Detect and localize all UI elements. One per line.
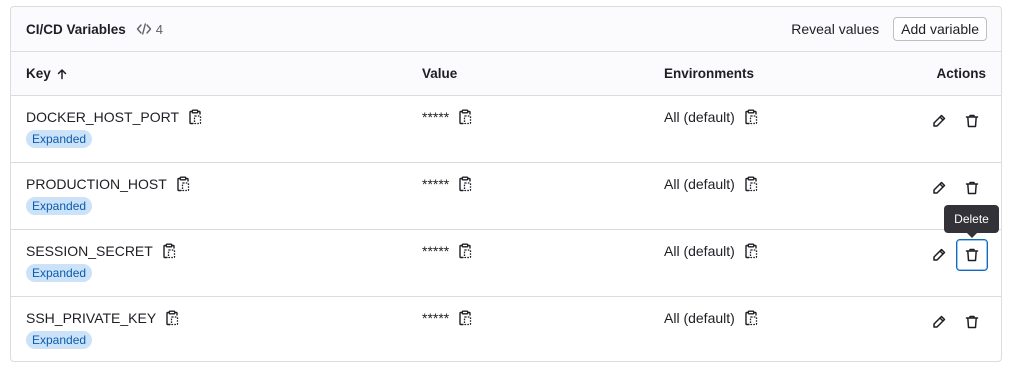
- column-header-environments: Environments: [664, 66, 755, 81]
- environment-cell: All (default): [664, 310, 759, 326]
- reveal-values-button[interactable]: Reveal values: [791, 21, 879, 37]
- code-icon: [136, 23, 151, 35]
- copy-value-icon[interactable]: [457, 243, 473, 259]
- row-actions: [923, 172, 988, 204]
- copy-key-icon[interactable]: [175, 176, 191, 192]
- edit-button[interactable]: [923, 172, 955, 204]
- delete-button[interactable]: [956, 172, 988, 204]
- variable-value: *****: [422, 109, 450, 125]
- value-cell: *****: [422, 109, 473, 125]
- table-row: DOCKER_HOST_PORT Expanded ***** All (def…: [11, 96, 1001, 163]
- trash-icon: [964, 314, 980, 330]
- copy-environment-icon[interactable]: [743, 243, 759, 259]
- arrow-up-icon: [57, 68, 67, 79]
- delete-button[interactable]: [956, 306, 988, 338]
- table-body: DOCKER_HOST_PORT Expanded ***** All (def…: [11, 96, 1001, 364]
- copy-key-icon[interactable]: [161, 243, 177, 259]
- environment-cell: All (default): [664, 243, 759, 259]
- variable-key: PRODUCTION_HOST: [26, 176, 167, 192]
- copy-environment-icon[interactable]: [743, 109, 759, 125]
- trash-icon: [964, 113, 980, 129]
- variable-key: SESSION_SECRET: [26, 243, 153, 259]
- value-cell: *****: [422, 243, 473, 259]
- column-header-actions: Actions: [936, 66, 986, 81]
- edit-button[interactable]: [923, 105, 955, 137]
- pencil-icon: [931, 180, 947, 196]
- environment-cell: All (default): [664, 109, 759, 125]
- variable-key: DOCKER_HOST_PORT: [26, 109, 179, 125]
- edit-button[interactable]: [923, 306, 955, 338]
- variable-value: *****: [422, 310, 450, 326]
- expanded-badge: Expanded: [26, 331, 93, 349]
- row-actions: [923, 306, 988, 338]
- copy-environment-icon[interactable]: [743, 310, 759, 326]
- copy-value-icon[interactable]: [457, 176, 473, 192]
- variable-environment: All (default): [664, 109, 735, 125]
- add-variable-button[interactable]: Add variable: [893, 17, 987, 41]
- card-title: CI/CD Variables: [26, 21, 126, 37]
- table-row: SESSION_SECRET Expanded ***** All (defau…: [11, 230, 1001, 297]
- edit-button[interactable]: [923, 239, 955, 271]
- expanded-badge: Expanded: [26, 130, 93, 148]
- delete-button[interactable]: [956, 105, 988, 137]
- environment-cell: All (default): [664, 176, 759, 192]
- row-actions: [923, 239, 988, 271]
- key-cell: PRODUCTION_HOST: [26, 176, 191, 192]
- copy-environment-icon[interactable]: [743, 176, 759, 192]
- copy-value-icon[interactable]: [457, 310, 473, 326]
- row-actions: [923, 105, 988, 137]
- variable-environment: All (default): [664, 310, 735, 326]
- copy-key-icon[interactable]: [164, 310, 180, 326]
- table-row: SSH_PRIVATE_KEY Expanded ***** All (defa…: [11, 297, 1001, 364]
- trash-icon: [964, 247, 980, 263]
- column-header-value: Value: [422, 66, 458, 81]
- key-cell: DOCKER_HOST_PORT: [26, 109, 203, 125]
- ci-cd-variables-card: CI/CD Variables 4 Reveal values Add vari…: [10, 6, 1002, 362]
- copy-key-icon[interactable]: [187, 109, 203, 125]
- key-cell: SSH_PRIVATE_KEY: [26, 310, 180, 326]
- column-header-key[interactable]: Key: [26, 66, 68, 81]
- card-header: CI/CD Variables 4 Reveal values Add vari…: [11, 7, 1001, 52]
- delete-tooltip: Delete: [944, 205, 999, 238]
- delete-button[interactable]: [956, 239, 988, 271]
- pencil-icon: [931, 247, 947, 263]
- expanded-badge: Expanded: [26, 264, 93, 282]
- expanded-badge: Expanded: [26, 197, 93, 215]
- variable-environment: All (default): [664, 176, 735, 192]
- variable-count-value: 4: [155, 21, 164, 37]
- variable-value: *****: [422, 176, 450, 192]
- column-header-key-label: Key: [26, 66, 51, 81]
- value-cell: *****: [422, 310, 473, 326]
- value-cell: *****: [422, 176, 473, 192]
- variable-environment: All (default): [664, 243, 735, 259]
- variable-count: 4: [136, 22, 163, 37]
- trash-icon: [964, 180, 980, 196]
- key-cell: SESSION_SECRET: [26, 243, 177, 259]
- copy-value-icon[interactable]: [457, 109, 473, 125]
- variable-key: SSH_PRIVATE_KEY: [26, 310, 157, 326]
- pencil-icon: [931, 314, 947, 330]
- table-row: PRODUCTION_HOST Expanded ***** All (defa…: [11, 163, 1001, 230]
- table-header: Key Value Environments Actions: [11, 52, 1001, 96]
- pencil-icon: [931, 113, 947, 129]
- variable-value: *****: [422, 243, 450, 259]
